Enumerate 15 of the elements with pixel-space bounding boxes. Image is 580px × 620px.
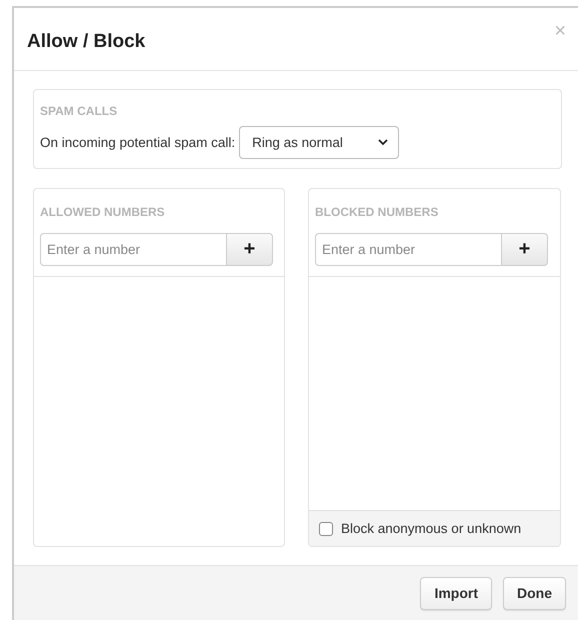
spam-action-select[interactable]: Ring as normal — [239, 126, 400, 159]
checkbox[interactable] — [319, 522, 333, 536]
checkbox-label: Block anonymous or unknown — [341, 521, 522, 536]
section-heading: BLOCKED NUMBERS — [315, 205, 440, 219]
add-button[interactable]: + — [501, 233, 548, 266]
dialog-title: Allow / Block — [27, 31, 146, 53]
done-button[interactable]: Done — [503, 576, 566, 610]
spam-call-label: On incoming potential spam call: — [40, 135, 236, 150]
import-button[interactable]: Import — [420, 576, 492, 610]
chevron-down-icon — [378, 139, 388, 146]
section-heading: SPAM CALLS — [40, 104, 118, 118]
section-heading: ALLOWED NUMBERS — [40, 205, 166, 219]
number-input[interactable]: Enter a number — [315, 233, 501, 266]
add-button[interactable]: + — [226, 233, 273, 266]
number-input[interactable]: Enter a number — [40, 233, 226, 266]
